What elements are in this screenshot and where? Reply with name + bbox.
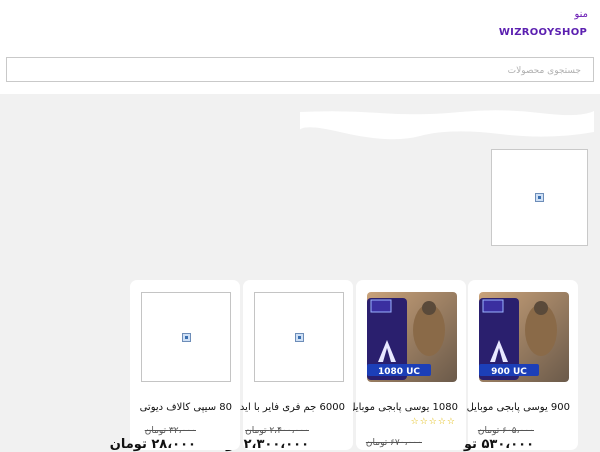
uc-badge-text: 1080 UC xyxy=(378,367,420,377)
site-header: منو WIZROOYSHOP xyxy=(0,0,600,94)
product-card[interactable]: 6000 جم فری فایر با آیدی ۲،۴۰۰،۰۰۰ تومان… xyxy=(202,280,353,452)
svg-text:WIZROOYSHOP: WIZROOYSHOP xyxy=(499,27,587,38)
menu-link[interactable]: منو xyxy=(574,9,588,20)
product-card[interactable]: 1080 UC 1080 یوسی پابجی موبایل ☆☆☆☆☆ ۶۷۰… xyxy=(348,280,466,450)
search-input[interactable] xyxy=(7,59,593,83)
pubg-1080uc-image: 1080 UC xyxy=(367,292,457,382)
pubg-900uc-image: 900 UC xyxy=(479,292,569,382)
rating-stars: ☆☆☆☆☆ xyxy=(410,417,456,427)
product-title[interactable]: 900 یوسی پابجی موبایل xyxy=(458,402,570,413)
product-title[interactable]: 1080 یوسی پابجی موبایل xyxy=(346,402,458,413)
uc-badge-text: 900 UC xyxy=(491,367,527,377)
search-bar xyxy=(6,57,594,83)
broken-image-icon xyxy=(182,333,191,342)
product-old-price: ۳۲،۰۰۰ تومان xyxy=(144,426,196,436)
product-image-placeholder xyxy=(254,292,344,382)
product-title[interactable]: 80 سیپی کالاف دیوتی xyxy=(120,402,232,413)
banner-image[interactable] xyxy=(491,149,588,246)
product-old-price: ۶۰۵،۰۰۰ تومان xyxy=(477,426,534,436)
product-list: 900 UC 900 یوسی پابجی موبایل ۶۰۵،۰۰۰ توم… xyxy=(110,280,578,452)
wave-banner xyxy=(300,110,594,140)
brand-logo[interactable]: WIZROOYSHOP xyxy=(498,24,588,38)
broken-image-icon xyxy=(295,333,304,342)
product-image-placeholder xyxy=(141,292,231,382)
product-old-price: ۶۷۰،۰۰۰ تومان xyxy=(365,438,422,448)
product-card[interactable]: 900 UC 900 یوسی پابجی موبایل ۶۰۵،۰۰۰ توم… xyxy=(440,280,578,452)
brand-logo-wordmark: WIZROOYSHOP xyxy=(499,27,587,38)
broken-image-icon xyxy=(535,193,544,202)
product-title[interactable]: 6000 جم فری فایر با آیدی xyxy=(233,402,345,413)
product-card[interactable]: 80 سیپی کالاف دیوتی ۳۲،۰۰۰ تومان ۲۸،۰۰۰ … xyxy=(110,280,240,452)
product-old-price: ۲،۴۰۰،۰۰۰ تومان xyxy=(245,426,309,436)
